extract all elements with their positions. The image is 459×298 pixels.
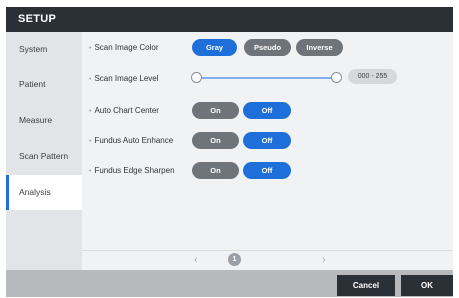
- color-pseudo-button[interactable]: Pseudo: [244, 39, 291, 56]
- sidebar: System Patient Measure Scan Pattern Anal…: [6, 32, 82, 270]
- sidebar-item-scan-pattern[interactable]: Scan Pattern: [6, 139, 82, 174]
- bullet-icon: •: [89, 108, 92, 115]
- scan-image-level-label: • Scan Image Level: [89, 74, 159, 83]
- next-page-icon[interactable]: ›: [322, 252, 326, 268]
- sidebar-item-measure[interactable]: Measure: [6, 103, 82, 138]
- auto-chart-center-label: • Auto Chart Center: [89, 106, 159, 115]
- cancel-button[interactable]: Cancel: [337, 275, 395, 296]
- auto-chart-center-off-button[interactable]: Off: [243, 102, 291, 119]
- color-gray-button[interactable]: Gray: [192, 39, 237, 56]
- window-title: SETUP: [6, 7, 453, 32]
- current-page-indicator[interactable]: 1: [228, 253, 241, 266]
- fundus-auto-enhance-on-button[interactable]: On: [192, 132, 239, 149]
- fundus-edge-sharpen-on-button[interactable]: On: [192, 162, 239, 179]
- ok-button[interactable]: OK: [401, 275, 453, 296]
- settings-panel: • Scan Image Color Gray Pseudo Inverse • S…: [82, 32, 453, 270]
- pagination: ‹ 1 ›: [82, 250, 453, 270]
- bullet-icon: •: [89, 168, 92, 175]
- fundus-auto-enhance-off-button[interactable]: Off: [243, 132, 291, 149]
- fundus-edge-sharpen-label: • Fundus Edge Sharpen: [89, 166, 175, 175]
- bullet-icon: •: [89, 45, 92, 52]
- level-range-value: 000 - 255: [348, 69, 397, 84]
- level-slider-min-handle[interactable]: [191, 72, 202, 83]
- sidebar-item-analysis[interactable]: Analysis: [6, 175, 82, 210]
- sidebar-item-system[interactable]: System: [6, 32, 82, 67]
- level-slider-track[interactable]: [196, 77, 336, 79]
- color-inverse-button[interactable]: Inverse: [296, 39, 343, 56]
- footer-bar: Cancel OK: [6, 270, 453, 297]
- fundus-edge-sharpen-off-button[interactable]: Off: [243, 162, 291, 179]
- sidebar-item-patient[interactable]: Patient: [6, 67, 82, 102]
- scan-image-color-label: • Scan Image Color: [89, 43, 159, 52]
- level-slider-max-handle[interactable]: [331, 72, 342, 83]
- fundus-auto-enhance-label: • Fundus Auto Enhance: [89, 136, 174, 145]
- prev-page-icon[interactable]: ‹: [194, 252, 198, 268]
- bullet-icon: •: [89, 76, 92, 83]
- auto-chart-center-on-button[interactable]: On: [192, 102, 239, 119]
- bullet-icon: •: [89, 138, 92, 145]
